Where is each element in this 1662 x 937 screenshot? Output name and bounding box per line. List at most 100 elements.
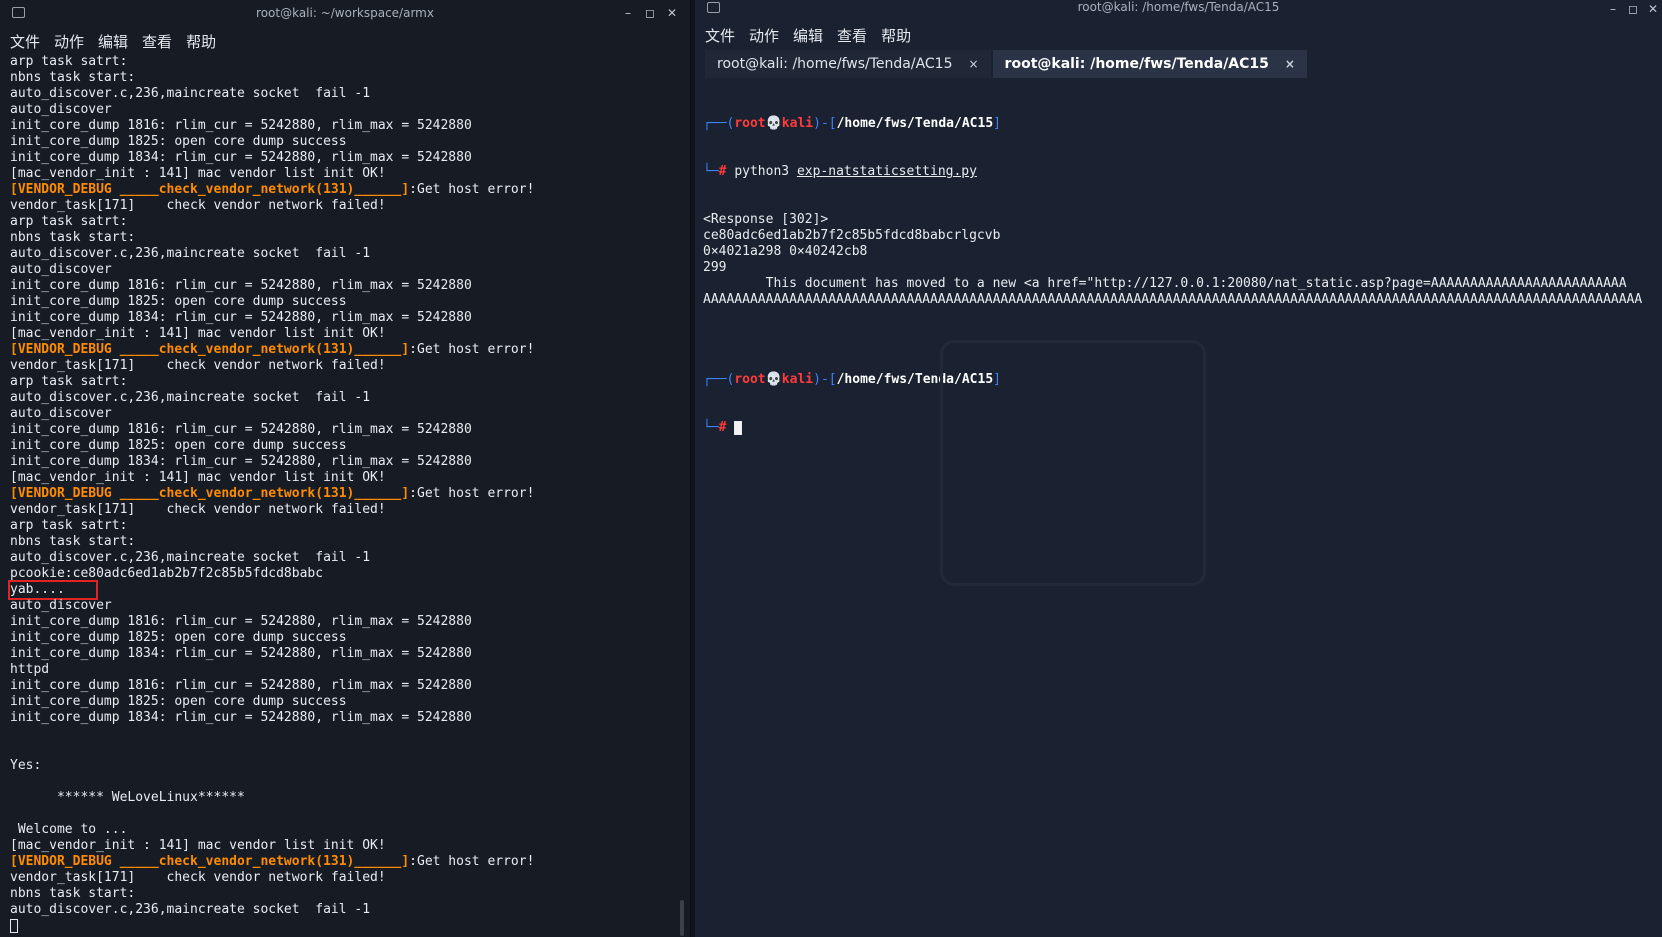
terminal-line: httpd (10, 662, 50, 677)
menu-item[interactable]: 编辑 (98, 31, 128, 52)
prompt-line: ┌──(root💀kali)-[/home/fws/Tenda/AC15] (703, 116, 1001, 131)
terminal-line: [mac_vendor_init : 141] mac vendor list … (10, 166, 386, 181)
menu-item[interactable]: 文件 (705, 25, 735, 46)
left-menubar: 文件 动作 编辑 查看 帮助 (0, 28, 690, 54)
terminal-line: init_core_dump 1834: rlim_cur = 5242880,… (10, 454, 472, 469)
terminal-line: init_core_dump 1816: rlim_cur = 5242880,… (10, 614, 472, 629)
right-menubar: 文件 动作 编辑 查看 帮助 (695, 22, 1662, 48)
menu-item[interactable]: 帮助 (186, 31, 216, 52)
terminal-line: auto_discover.c,236,maincreate socket fa… (10, 902, 371, 917)
terminal-line: arp task satrt: (10, 54, 128, 69)
tab-bar: root@kali: /home/fws/Tenda/AC15 × root@k… (695, 48, 1662, 78)
menu-item[interactable]: 帮助 (881, 25, 911, 46)
terminal-line: [VENDOR_DEBUG _____check_vendor_network(… (10, 182, 535, 197)
kali-watermark (940, 340, 1206, 586)
terminal-line: init_core_dump 1825: open core dump succ… (10, 438, 347, 453)
right-titlebar: root@kali: /home/fws/Tenda/AC15 – ◻ ✕ (695, 0, 1662, 22)
terminal-line: arp task satrt: (10, 518, 128, 533)
close-icon[interactable]: × (1285, 57, 1295, 71)
maximize-button[interactable]: ◻ (1625, 0, 1641, 18)
close-button[interactable]: ✕ (664, 4, 680, 22)
terminal-line: auto_discover (10, 102, 112, 117)
close-icon[interactable]: × (968, 57, 978, 71)
left-titlebar: root@kali: ~/workspace/armx – ◻ ✕ (0, 0, 690, 28)
terminal-line: auto_discover.c,236,maincreate socket fa… (10, 246, 371, 261)
output-line: AAAAAAAAAAAAAAAAAAAAAAAAAAAAAAAAAAAAAAAA… (703, 292, 1643, 307)
output-line: This document has moved to a new <a href… (703, 276, 1627, 291)
minimize-button[interactable]: – (620, 4, 636, 22)
terminal-line: auto_discover.c,236,maincreate socket fa… (10, 86, 371, 101)
menu-item[interactable]: 动作 (749, 25, 779, 46)
menu-item[interactable]: 查看 (142, 31, 172, 52)
terminal-line: vendor_task[171] check vendor network fa… (10, 870, 386, 885)
maximize-button[interactable]: ◻ (642, 4, 658, 22)
terminal-line: [VENDOR_DEBUG _____check_vendor_network(… (10, 342, 535, 357)
tab-2[interactable]: root@kali: /home/fws/Tenda/AC15 × (992, 50, 1307, 78)
terminal-line: auto_discover (10, 406, 112, 421)
terminal-line: [mac_vendor_init : 141] mac vendor list … (10, 470, 386, 485)
menu-item[interactable]: 编辑 (793, 25, 823, 46)
terminal-line: [mac_vendor_init : 141] mac vendor list … (10, 838, 386, 853)
terminal-line: vendor_task[171] check vendor network fa… (10, 358, 386, 373)
output-line: 0×4021a298 0×40242cb8 (703, 244, 868, 259)
left-terminal-window: root@kali: ~/workspace/armx – ◻ ✕ 文件 动作 编辑… (0, 0, 691, 937)
vendor-debug-tag: [VENDOR_DEBUG _____check_vendor_network(… (10, 182, 410, 197)
minimize-button[interactable]: – (1605, 0, 1621, 18)
right-window-title: root@kali: /home/fws/Tenda/AC15 (1077, 0, 1280, 14)
menu-item[interactable]: 动作 (54, 31, 84, 52)
terminal-line: vendor_task[171] check vendor network fa… (10, 502, 386, 517)
terminal-line: init_core_dump 1816: rlim_cur = 5242880,… (10, 118, 472, 133)
terminal-line: auto_discover (10, 598, 112, 613)
terminal-line: init_core_dump 1834: rlim_cur = 5242880,… (10, 150, 472, 165)
menu-item[interactable]: 文件 (10, 31, 40, 52)
terminal-line: init_core_dump 1834: rlim_cur = 5242880,… (10, 310, 472, 325)
terminal-line: init_core_dump 1816: rlim_cur = 5242880,… (10, 678, 472, 693)
close-button[interactable]: ✕ (1645, 0, 1661, 18)
terminal-line: [VENDOR_DEBUG _____check_vendor_network(… (10, 486, 535, 501)
terminal-line: init_core_dump 1834: rlim_cur = 5242880,… (10, 646, 472, 661)
terminal-line: init_core_dump 1825: open core dump succ… (10, 630, 347, 645)
terminal-line: init_core_dump 1825: open core dump succ… (10, 294, 347, 309)
terminal-line: Welcome to ... (10, 822, 128, 837)
menu-item[interactable]: 查看 (837, 25, 867, 46)
tab-label: root@kali: /home/fws/Tenda/AC15 (717, 56, 953, 72)
left-window-title: root@kali: ~/workspace/armx (256, 6, 434, 20)
terminal-line: vendor_task[171] check vendor network fa… (10, 198, 386, 213)
terminal-line: init_core_dump 1834: rlim_cur = 5242880,… (10, 710, 472, 725)
vendor-debug-tag: [VENDOR_DEBUG _____check_vendor_network(… (10, 342, 410, 357)
terminal-line: auto_discover.c,236,maincreate socket fa… (10, 550, 371, 565)
left-scrollbar[interactable] (680, 900, 684, 936)
terminal-line: ****** WeLoveLinux****** (10, 790, 245, 805)
terminal-line: pcookie:ce80adc6ed1ab2b7f2c85b5fdcd8babc (10, 566, 324, 581)
terminal-line: auto_discover.c,236,maincreate socket fa… (10, 390, 371, 405)
terminal-line: nbns task start: (10, 886, 136, 901)
terminal-line: init_core_dump 1825: open core dump succ… (10, 134, 347, 149)
terminal-line: nbns task start: (10, 534, 136, 549)
terminal-line: [mac_vendor_init : 141] mac vendor list … (10, 326, 386, 341)
vendor-debug-tag: [VENDOR_DEBUG _____check_vendor_network(… (10, 854, 410, 869)
output-line: <Response [302]> (703, 212, 829, 227)
terminal-line: nbns task start: (10, 70, 136, 85)
tab-1[interactable]: root@kali: /home/fws/Tenda/AC15 × (705, 50, 991, 78)
terminal-line: yab.... (8, 580, 690, 600)
command-output: <Response [302]> ce80adc6ed1ab2b7f2c85b5f… (703, 212, 1662, 308)
terminal-line: arp task satrt: (10, 374, 128, 389)
terminal-line: init_core_dump 1816: rlim_cur = 5242880,… (10, 422, 472, 437)
terminal-line: arp task satrt: (10, 214, 128, 229)
left-terminal-output[interactable]: arp task satrt: nbns task start: auto_disc… (0, 54, 690, 934)
output-line: 299 (703, 260, 727, 275)
right-terminal-window: root@kali: /home/fws/Tenda/AC15 – ◻ ✕ 文件… (695, 0, 1662, 937)
terminal-line: init_core_dump 1825: open core dump succ… (10, 694, 347, 709)
tab-label: root@kali: /home/fws/Tenda/AC15 (1004, 56, 1269, 72)
terminal-line: nbns task start: (10, 230, 136, 245)
text-cursor (10, 918, 18, 933)
terminal-line: auto_discover (10, 262, 112, 277)
terminal-line: init_core_dump 1816: rlim_cur = 5242880,… (10, 278, 472, 293)
terminal-line: Yes: (10, 758, 42, 773)
output-line: ce80adc6ed1ab2b7f2c85b5fdcd8babcrlgcvb (703, 228, 1001, 243)
highlighted-output: yab.... (8, 580, 98, 600)
